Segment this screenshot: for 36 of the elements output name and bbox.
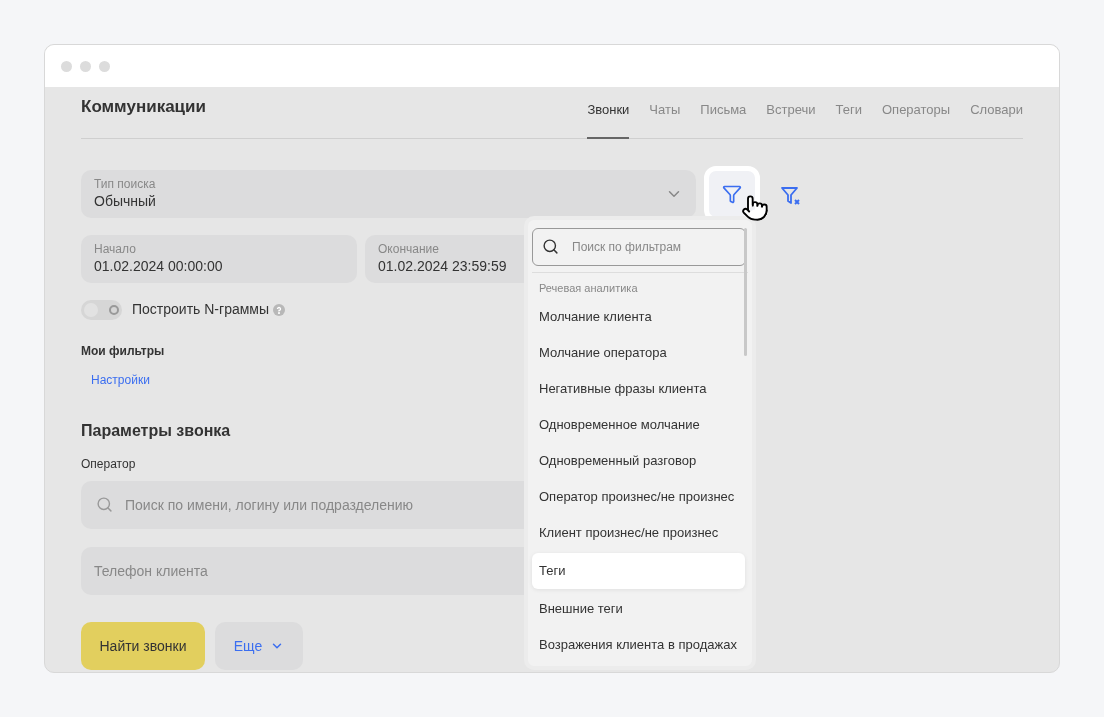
filter-menu-item[interactable]: Молчание оператора	[532, 334, 745, 371]
field-label: Тип поиска	[94, 177, 156, 191]
filter-menu-item[interactable]: Одновременный разговор	[532, 442, 745, 479]
filter-menu-item[interactable]: Молчание клиента	[532, 298, 745, 335]
search-icon	[542, 238, 559, 255]
window-control-icon[interactable]	[61, 60, 72, 72]
menu-section-label: Речевая аналитика	[538, 281, 639, 296]
field-label: Окончание	[378, 242, 439, 256]
page-title: Коммуникации	[81, 95, 206, 118]
section-label: Мои фильтры	[81, 343, 165, 360]
search-type-select[interactable]: Тип поиска Обычный	[81, 170, 696, 218]
find-calls-button[interactable]: Найти звонки	[81, 622, 205, 670]
field-label: Оператор	[81, 456, 136, 473]
field-label: Начало	[94, 242, 136, 256]
search-icon	[96, 496, 113, 513]
pointer-cursor-icon	[741, 194, 769, 222]
filter-icon	[722, 184, 742, 204]
filter-menu-item[interactable]: Возражения клиента в продажах	[532, 626, 745, 663]
field-value: 01.02.2024 23:59:59	[378, 257, 507, 276]
section-title: Параметры звонка	[81, 421, 231, 441]
filter-menu-item[interactable]: Теги	[532, 552, 745, 589]
toggle-switch[interactable]	[81, 299, 122, 320]
filter-menu-item[interactable]: Негативные фразы клиента	[532, 370, 745, 407]
filter-search-field[interactable]: Поиск по фильтрам	[532, 228, 746, 266]
toggle-label: Построить N-граммы	[132, 300, 269, 319]
filter-menu-item[interactable]: Одновременное молчание	[532, 406, 745, 443]
window-control-icon[interactable]	[80, 60, 91, 72]
field-value: Обычный	[94, 192, 156, 211]
settings-link[interactable]: Настройки	[91, 371, 150, 389]
help-icon[interactable]	[273, 303, 285, 316]
field-value: 01.02.2024 00:00:00	[94, 257, 223, 276]
tab[interactable]: Звонки	[587, 99, 630, 139]
window-control-icon[interactable]	[99, 60, 110, 72]
date-field[interactable]: Начало 01.02.2024 00:00:00	[81, 235, 357, 283]
scrollbar[interactable]	[744, 228, 747, 356]
clear-filter-icon[interactable]	[780, 185, 802, 207]
